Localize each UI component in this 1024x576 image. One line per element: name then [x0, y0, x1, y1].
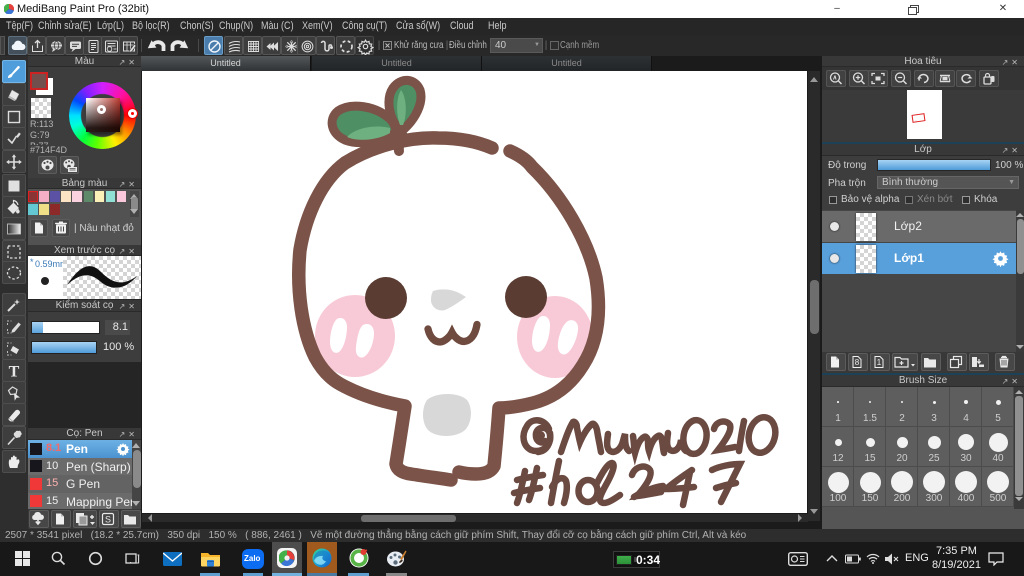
- svg-text:T: T: [9, 364, 20, 381]
- svg-text:1: 1: [877, 358, 882, 367]
- svg-text:S: S: [105, 515, 111, 525]
- svg-text:8: 8: [855, 358, 860, 367]
